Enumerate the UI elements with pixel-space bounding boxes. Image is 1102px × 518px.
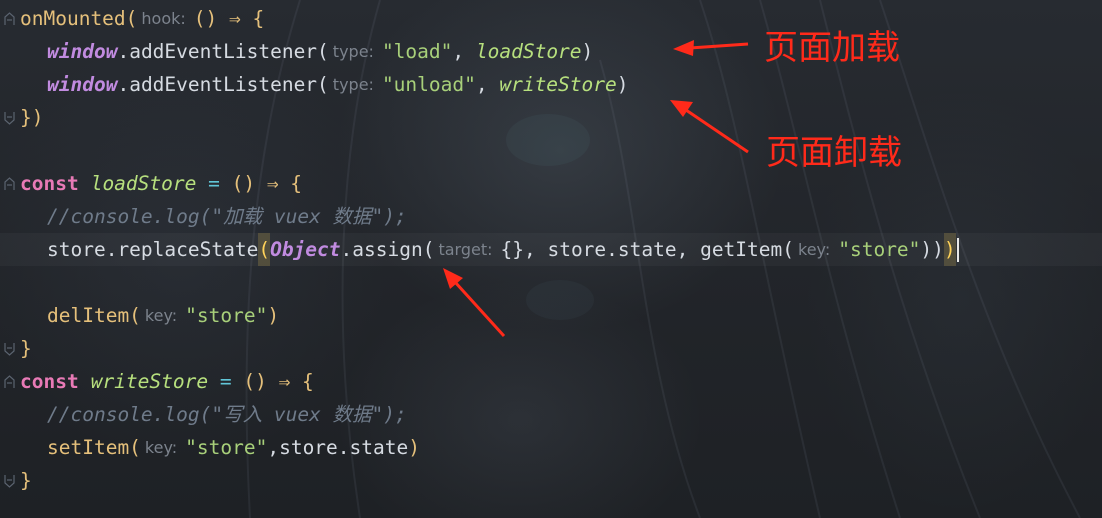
identifier: loadStore xyxy=(475,40,582,63)
parameter-hint: key: xyxy=(144,306,178,325)
code-line-13[interactable]: //console.log("写入 vuex 数据"); xyxy=(0,398,407,431)
function-call: addEventListener( xyxy=(129,40,329,63)
code-token: () ⇒ { xyxy=(243,370,314,393)
code-line-6[interactable]: const loadStore = () ⇒ { xyxy=(0,167,302,200)
code-line-8[interactable]: store.replaceState ( Object .assign( tar… xyxy=(0,233,1102,266)
code-token: }) xyxy=(20,106,44,129)
code-line-12[interactable]: const writeStore = () ⇒ { xyxy=(0,365,314,398)
code-token: . xyxy=(117,73,130,96)
parameter-hint: key: xyxy=(798,240,831,259)
code-token: ) xyxy=(616,73,629,96)
window-object: window xyxy=(47,40,118,63)
code-token: = xyxy=(196,172,232,195)
code-line-7[interactable]: //console.log("加载 vuex 数据"); xyxy=(0,200,407,233)
parameter-hint: type: xyxy=(332,42,374,61)
keyword: const xyxy=(20,172,79,195)
function-call: setItem( xyxy=(47,436,141,459)
function-call: delItem( xyxy=(47,304,141,327)
bracket-match: ) xyxy=(943,233,956,266)
fold-icon[interactable] xyxy=(2,101,16,134)
code-line-4[interactable]: }) xyxy=(0,101,43,134)
code-token: } xyxy=(20,469,32,492)
keyword: const xyxy=(20,370,79,393)
parameter-hint: hook: xyxy=(141,9,186,28)
window-object: window xyxy=(47,73,118,96)
parameter-hint: key: xyxy=(144,438,178,457)
code-token: ) xyxy=(267,304,280,327)
code-token: , xyxy=(452,40,476,63)
fold-icon[interactable] xyxy=(2,365,16,398)
identifier: writeStore xyxy=(499,73,617,96)
comment: //console.log("写入 vuex 数据"); xyxy=(47,403,407,426)
code-token: () ⇒ { xyxy=(231,172,303,195)
fold-icon[interactable] xyxy=(2,332,16,365)
string-literal: "store" xyxy=(185,304,268,327)
parameter-hint: type: xyxy=(332,75,374,94)
text-cursor xyxy=(956,237,959,262)
function-call: .assign( xyxy=(340,238,435,261)
identifier: loadStore xyxy=(90,172,197,195)
string-literal: "store" xyxy=(185,436,268,459)
function-call: addEventListener( xyxy=(129,73,329,96)
code-token: ) xyxy=(408,436,420,459)
code-token: = xyxy=(208,370,244,393)
string-literal: "unload" xyxy=(381,73,476,96)
unload-annotation-label: 页面卸载 xyxy=(766,133,902,173)
code-token: store.replaceState xyxy=(47,238,259,261)
code-line-14[interactable]: setItem( key: "store" ,store.state ) xyxy=(0,431,420,464)
code-token: () ⇒ { xyxy=(193,7,265,30)
code-token: ) xyxy=(581,40,594,63)
code-token: , xyxy=(475,73,500,96)
object-identifier: Object xyxy=(270,238,341,261)
code-line-11[interactable]: } xyxy=(0,332,32,365)
string-literal: "store" xyxy=(838,238,921,261)
identifier: writeStore xyxy=(90,370,209,393)
bracket-match: ( xyxy=(258,233,271,266)
fold-icon[interactable] xyxy=(2,2,16,35)
code-line-1[interactable]: onMounted( hook: () ⇒ { xyxy=(0,2,264,35)
code-line-3[interactable]: window . addEventListener( type: "unload… xyxy=(0,68,629,101)
code-line-2[interactable]: window . addEventListener( type: "load" … xyxy=(0,35,593,68)
fold-icon[interactable] xyxy=(2,167,16,200)
code-editor[interactable]: onMounted( hook: () ⇒ { window . addEven… xyxy=(0,0,1102,518)
parameter-hint: target: xyxy=(438,240,493,259)
code-token: )) xyxy=(920,238,944,261)
code-line-15[interactable]: } xyxy=(0,464,32,497)
fold-icon[interactable] xyxy=(2,464,16,497)
code-line-10[interactable]: delItem( key: "store" ) xyxy=(0,299,279,332)
code-token: ,store.state xyxy=(267,436,409,459)
code-token: {}, store.state, getItem( xyxy=(500,238,795,261)
load-annotation-label: 页面加载 xyxy=(764,28,900,68)
code-token: . xyxy=(117,40,130,63)
comment: //console.log("加载 vuex 数据"); xyxy=(47,205,407,228)
code-token: } xyxy=(20,337,32,360)
function-call: onMounted( xyxy=(20,7,138,30)
string-literal: "load" xyxy=(381,40,453,63)
